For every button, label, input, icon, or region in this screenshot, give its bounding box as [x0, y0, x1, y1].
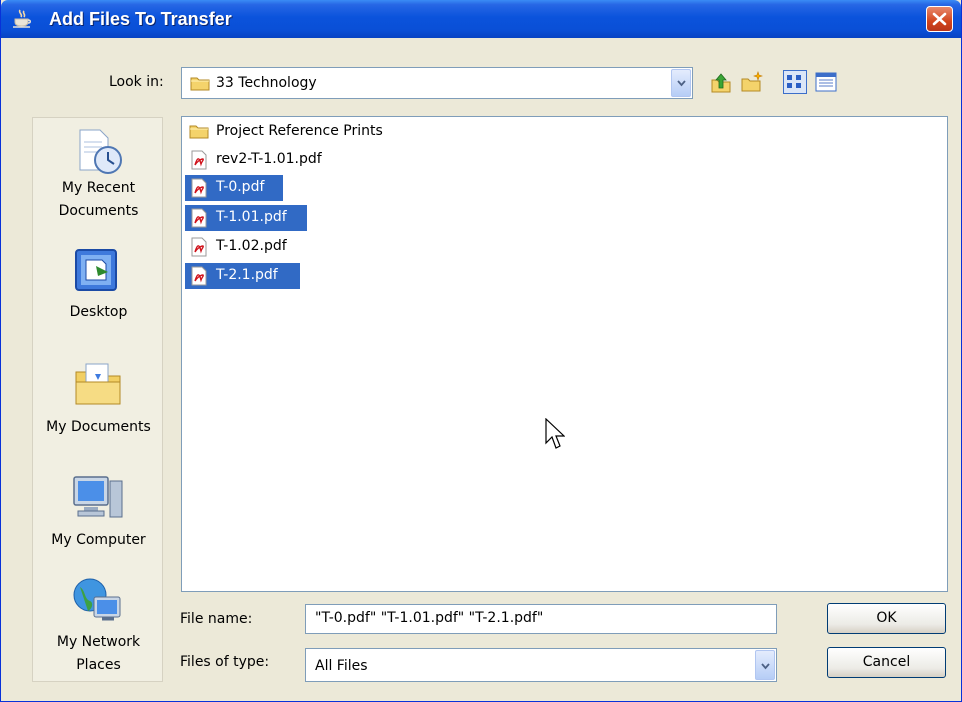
- pdf-file-icon: [191, 266, 207, 286]
- list-item-file-selected[interactable]: T-2.1.pdf: [185, 263, 300, 289]
- my-computer-icon: [73, 476, 123, 518]
- mouse-pointer-icon: [545, 418, 565, 449]
- files-of-type-dropdown-button[interactable]: [755, 650, 775, 680]
- recent-documents-icon: [79, 129, 122, 174]
- file-name: T-1.02.pdf: [216, 238, 287, 254]
- place-my-computer[interactable]: My Computer: [33, 463, 164, 573]
- list-item-file[interactable]: T-1.02.pdf: [185, 234, 315, 260]
- place-my-recent-documents[interactable]: My Recent Documents: [33, 118, 164, 238]
- my-documents-icon: [75, 363, 121, 405]
- title-bar[interactable]: Add Files To Transfer: [1, 0, 961, 38]
- files-of-type-value: All Files: [315, 658, 368, 674]
- file-name-label: File name:: [180, 611, 253, 627]
- up-one-level-icon[interactable]: [709, 70, 733, 94]
- place-label-line: My Network Places: [33, 631, 164, 677]
- pdf-file-icon: [191, 208, 207, 228]
- list-view-icon[interactable]: [783, 70, 807, 94]
- list-item-file[interactable]: rev2-T-1.01.pdf: [185, 147, 355, 173]
- look-in-dropdown-button[interactable]: [671, 69, 691, 97]
- place-my-network-places[interactable]: My Network Places: [33, 573, 164, 681]
- close-icon: [932, 12, 947, 26]
- java-cup-icon: [13, 9, 31, 28]
- place-desktop[interactable]: Desktop: [33, 238, 164, 348]
- look-in-label: Look in:: [109, 74, 164, 90]
- files-of-type-label: Files of type:: [180, 654, 270, 670]
- list-item-file-selected[interactable]: T-0.pdf: [185, 175, 283, 201]
- cancel-button[interactable]: Cancel: [827, 647, 946, 678]
- chevron-down-icon: [677, 80, 686, 87]
- file-name-value: "T-0.pdf" "T-1.01.pdf" "T-2.1.pdf": [315, 610, 544, 626]
- ok-button[interactable]: OK: [827, 603, 946, 634]
- window-title: Add Files To Transfer: [49, 9, 232, 29]
- place-label: My Computer: [51, 532, 146, 548]
- pdf-file-icon: [191, 237, 207, 257]
- places-bar: My RecentDocuments Desktop My Documents: [32, 117, 163, 682]
- file-name: T-1.01.pdf: [216, 209, 287, 225]
- place-my-documents[interactable]: My Documents: [33, 348, 164, 463]
- network-places-icon: [73, 578, 121, 621]
- file-name: T-0.pdf: [216, 179, 265, 195]
- place-label: My Documents: [46, 419, 151, 435]
- file-name: Project Reference Prints: [216, 123, 383, 139]
- create-new-folder-icon[interactable]: [740, 70, 764, 94]
- pdf-file-icon: [191, 150, 207, 170]
- list-item-file-selected[interactable]: T-1.01.pdf: [185, 205, 307, 231]
- pdf-file-icon: [191, 178, 207, 198]
- look-in-value: 33 Technology: [216, 75, 317, 91]
- close-button[interactable]: [926, 6, 953, 32]
- file-name-input[interactable]: "T-0.pdf" "T-1.01.pdf" "T-2.1.pdf": [305, 604, 777, 634]
- place-label: Desktop: [69, 304, 128, 320]
- folder-icon: [189, 125, 209, 139]
- chevron-down-icon: [761, 663, 770, 670]
- details-view-icon[interactable]: [814, 70, 838, 94]
- files-of-type-combo[interactable]: All Files: [305, 648, 777, 682]
- file-list[interactable]: Project Reference Prints rev2-T-1.01.pdf…: [181, 116, 948, 592]
- desktop-icon: [75, 249, 117, 291]
- file-name: rev2-T-1.01.pdf: [216, 151, 322, 167]
- file-name: T-2.1.pdf: [216, 267, 278, 283]
- look-in-combo[interactable]: 33 Technology: [181, 67, 693, 99]
- place-label: My Network Places: [56, 634, 141, 673]
- place-label: My Recent Documents: [58, 180, 139, 219]
- add-files-dialog: Add Files To Transfer Look in: 33 Techno…: [0, 0, 962, 702]
- list-item-folder[interactable]: Project Reference Prints: [185, 119, 415, 145]
- folder-icon: [190, 77, 210, 91]
